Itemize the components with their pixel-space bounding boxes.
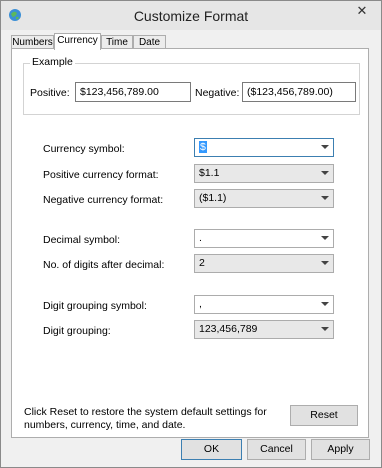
- digits-after-decimal-value: 2: [199, 257, 205, 269]
- decimal-symbol-label: Decimal symbol:: [43, 234, 121, 246]
- digit-grouping-symbol-combo[interactable]: ,: [194, 295, 334, 314]
- tab-currency[interactable]: Currency: [54, 33, 101, 50]
- positive-currency-format-value: $1.1: [199, 167, 220, 179]
- example-groupbox: Example Positive: $123,456,789.00 Negati…: [23, 56, 360, 115]
- negative-label: Negative:: [195, 87, 240, 99]
- close-button[interactable]: ✕: [349, 2, 375, 20]
- negative-currency-format-select[interactable]: ($1.1): [194, 189, 334, 208]
- digits-after-decimal-select[interactable]: 2: [194, 254, 334, 273]
- apply-button[interactable]: Apply: [311, 439, 370, 460]
- chevron-down-icon[interactable]: [321, 327, 329, 331]
- positive-currency-format-label: Positive currency format:: [43, 169, 159, 181]
- digit-grouping-symbol-label: Digit grouping symbol:: [43, 300, 147, 312]
- chevron-down-icon[interactable]: [321, 145, 329, 149]
- chevron-down-icon[interactable]: [321, 236, 329, 240]
- digit-grouping-select[interactable]: 123,456,789: [194, 320, 334, 339]
- currency-symbol-label: Currency symbol:: [43, 143, 125, 155]
- dialog-title: Customize Format: [133, 8, 249, 24]
- digit-grouping-value: 123,456,789: [199, 323, 258, 335]
- negative-example-field: ($123,456,789.00): [242, 82, 356, 102]
- chevron-down-icon[interactable]: [321, 261, 329, 265]
- chevron-down-icon[interactable]: [321, 196, 329, 200]
- ok-button[interactable]: OK: [181, 439, 242, 460]
- tab-date[interactable]: Date: [133, 35, 166, 49]
- decimal-symbol-value: .: [199, 232, 202, 244]
- title-bar: Customize Format ✕: [1, 1, 381, 30]
- cancel-button[interactable]: Cancel: [247, 439, 306, 460]
- reset-button[interactable]: Reset: [290, 405, 358, 426]
- positive-example-field: $123,456,789.00: [75, 82, 191, 102]
- decimal-symbol-combo[interactable]: .: [194, 229, 334, 248]
- digits-after-decimal-label: No. of digits after decimal:: [43, 259, 165, 271]
- negative-currency-format-value: ($1.1): [199, 192, 227, 204]
- tab-numbers[interactable]: Numbers: [11, 35, 54, 49]
- reset-help-text-line1: Click Reset to restore the system defaul…: [24, 406, 267, 418]
- digit-grouping-symbol-value: ,: [199, 298, 202, 310]
- negative-currency-format-label: Negative currency format:: [43, 194, 164, 206]
- positive-label: Positive:: [30, 87, 70, 99]
- reset-help-text-line2: numbers, currency, time, and date.: [24, 419, 186, 431]
- chevron-down-icon[interactable]: [321, 302, 329, 306]
- example-group-title: Example: [30, 56, 75, 68]
- tab-time[interactable]: Time: [101, 35, 133, 49]
- chevron-down-icon[interactable]: [321, 171, 329, 175]
- positive-currency-format-select[interactable]: $1.1: [194, 164, 334, 183]
- currency-symbol-combo[interactable]: $: [194, 138, 334, 157]
- currency-tab-panel: Example Positive: $123,456,789.00 Negati…: [11, 48, 369, 438]
- digit-grouping-label: Digit grouping:: [43, 325, 111, 337]
- currency-symbol-value: $: [199, 141, 207, 153]
- customize-format-dialog: Customize Format ✕ Numbers Currency Time…: [0, 0, 382, 468]
